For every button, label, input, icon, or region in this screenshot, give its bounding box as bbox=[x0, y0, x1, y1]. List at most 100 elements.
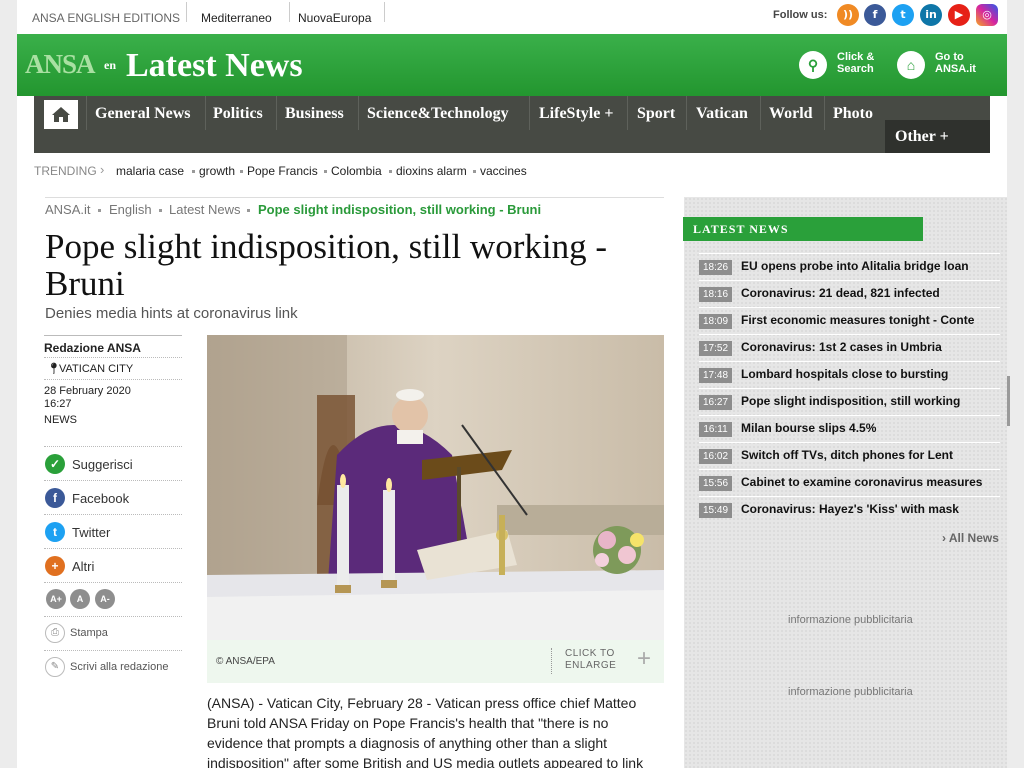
all-news-link[interactable]: › All News bbox=[942, 531, 999, 545]
trending-item[interactable]: malaria case bbox=[116, 164, 184, 178]
facebook-share-button[interactable]: Facebook bbox=[72, 491, 129, 506]
news-title[interactable]: Milan bourse slips 4.5% bbox=[741, 421, 876, 435]
font-increase-button[interactable]: A+ bbox=[46, 589, 66, 609]
facebook-icon[interactable]: f bbox=[45, 488, 65, 508]
breadcrumb-item[interactable]: Latest News bbox=[169, 202, 241, 217]
trending-item[interactable]: vaccines bbox=[480, 164, 527, 178]
trending-item[interactable]: Colombia bbox=[331, 164, 382, 178]
news-list-item[interactable]: 17:52 Coronavirus: 1st 2 cases in Umbria bbox=[699, 334, 1000, 361]
font-decrease-button[interactable]: A- bbox=[95, 589, 115, 609]
goto-ansa-button[interactable]: Go to ANSA.it bbox=[935, 51, 976, 75]
search-button-label-1: Click & bbox=[837, 51, 875, 63]
news-title[interactable]: Pope slight indisposition, still working bbox=[741, 394, 960, 408]
font-reset-button[interactable]: A bbox=[70, 589, 90, 609]
linkedin-icon[interactable]: in bbox=[920, 4, 942, 26]
news-title[interactable]: First economic measures tonight - Conte bbox=[741, 313, 974, 327]
news-list-item[interactable]: 18:09 First economic measures tonight - … bbox=[699, 307, 1000, 334]
divider bbox=[384, 2, 385, 22]
breadcrumb-item[interactable]: ANSA.it bbox=[45, 202, 91, 217]
nav-item-sport[interactable]: Sport bbox=[637, 105, 675, 123]
facebook-icon[interactable]: f bbox=[864, 4, 886, 26]
plus-icon[interactable]: + bbox=[45, 556, 65, 576]
news-title[interactable]: Coronavirus: 21 dead, 821 infected bbox=[741, 286, 940, 300]
goto-label-2: ANSA.it bbox=[935, 63, 976, 75]
divider bbox=[44, 514, 182, 515]
twitter-share-button[interactable]: Twitter bbox=[72, 525, 110, 540]
divider bbox=[824, 96, 825, 130]
photo-caption-bar[interactable]: © ANSA/EPA CLICK TO ENLARGE + bbox=[207, 640, 664, 683]
nav-item-world[interactable]: World bbox=[769, 105, 813, 123]
news-time: 17:52 bbox=[699, 341, 732, 356]
instagram-icon[interactable]: ◎ bbox=[976, 4, 998, 26]
divider bbox=[44, 480, 182, 481]
news-time: 15:56 bbox=[699, 476, 732, 491]
article-location: VATICAN CITY bbox=[59, 363, 134, 375]
suggest-button[interactable]: Suggerisci bbox=[72, 457, 133, 472]
edition-link-nuovaeuropa[interactable]: NuovaEuropa bbox=[298, 11, 371, 25]
divider bbox=[358, 96, 359, 130]
nav-item-science-technology[interactable]: Science&Technology bbox=[367, 105, 509, 123]
enlarge-photo-button[interactable]: CLICK TO ENLARGE bbox=[565, 648, 616, 672]
twitter-icon[interactable]: t bbox=[892, 4, 914, 26]
trending-item[interactable]: dioxins alarm bbox=[396, 164, 467, 178]
nav-item-general-news[interactable]: General News bbox=[95, 105, 191, 123]
separator-dot bbox=[159, 209, 162, 212]
trending-item[interactable]: growth bbox=[199, 164, 235, 178]
news-title[interactable]: Cabinet to examine coronavirus measures bbox=[741, 475, 982, 489]
news-list-item[interactable]: 16:11 Milan bourse slips 4.5% bbox=[699, 415, 1000, 442]
home-icon[interactable]: ⌂ bbox=[897, 51, 925, 79]
article-time: 16:27 bbox=[44, 398, 72, 410]
news-title[interactable]: Switch off TVs, ditch phones for Lent bbox=[741, 448, 953, 462]
youtube-icon[interactable]: ▶ bbox=[948, 4, 970, 26]
article-photo[interactable] bbox=[207, 335, 664, 640]
separator-dot bbox=[473, 170, 476, 173]
section-title[interactable]: Latest News bbox=[126, 47, 303, 85]
enlarge-plus-icon[interactable]: + bbox=[637, 646, 651, 672]
nav-item-photo[interactable]: Photo bbox=[833, 105, 873, 123]
news-title[interactable]: Coronavirus: Hayez's 'Kiss' with mask bbox=[741, 502, 959, 516]
divider bbox=[44, 548, 182, 549]
pencil-icon[interactable]: ✎ bbox=[45, 657, 65, 677]
news-list-item[interactable]: 15:49 Coronavirus: Hayez's 'Kiss' with m… bbox=[699, 496, 1000, 523]
write-editors-button[interactable]: Scrivi alla redazione bbox=[70, 661, 168, 673]
search-icon[interactable]: ⚲ bbox=[799, 51, 827, 79]
logo-suffix: en bbox=[104, 58, 116, 72]
news-title[interactable]: Coronavirus: 1st 2 cases in Umbria bbox=[741, 340, 942, 354]
divider bbox=[627, 96, 628, 130]
news-list-item[interactable]: 18:26 EU opens probe into Alitalia bridg… bbox=[699, 253, 1000, 280]
article-category: NEWS bbox=[44, 414, 77, 426]
news-title[interactable]: Lombard hospitals close to bursting bbox=[741, 367, 948, 381]
trending-item[interactable]: Pope Francis bbox=[247, 164, 318, 178]
home-icon bbox=[52, 107, 70, 122]
news-title[interactable]: EU opens probe into Alitalia bridge loan bbox=[741, 259, 969, 273]
nav-item-lifestyle[interactable]: LifeStyle + bbox=[539, 105, 613, 123]
nav-item-business[interactable]: Business bbox=[285, 105, 344, 123]
more-share-button[interactable]: Altri bbox=[72, 559, 94, 574]
divider bbox=[44, 379, 182, 380]
suggest-icon[interactable]: ✓ bbox=[45, 454, 65, 474]
nav-item-vatican[interactable]: Vatican bbox=[696, 105, 748, 123]
print-icon[interactable]: ⎙ bbox=[45, 623, 65, 643]
news-time: 16:27 bbox=[699, 395, 732, 410]
breadcrumb-item[interactable]: English bbox=[109, 202, 152, 217]
news-list-item[interactable]: 16:02 Switch off TVs, ditch phones for L… bbox=[699, 442, 1000, 469]
twitter-icon[interactable]: t bbox=[45, 522, 65, 542]
edition-link-mediterraneo[interactable]: Mediterraneo bbox=[201, 11, 272, 25]
news-list-item[interactable]: 18:16 Coronavirus: 21 dead, 821 infected bbox=[699, 280, 1000, 307]
ansa-logo[interactable]: ANSA bbox=[25, 49, 96, 80]
news-list-item[interactable]: 16:27 Pope slight indisposition, still w… bbox=[699, 388, 1000, 415]
search-button[interactable]: Click & Search bbox=[837, 51, 874, 75]
ad-label: informazione pubblicitaria bbox=[788, 686, 913, 698]
print-button[interactable]: Stampa bbox=[70, 627, 108, 639]
rss-icon[interactable]: )) bbox=[837, 4, 859, 26]
article-body: (ANSA) - Vatican City, February 28 - Vat… bbox=[207, 695, 644, 768]
news-list-item[interactable]: 17:48 Lombard hospitals close to burstin… bbox=[699, 361, 1000, 388]
nav-home-button[interactable] bbox=[44, 100, 78, 129]
news-list-item[interactable]: 15:56 Cabinet to examine coronavirus mea… bbox=[699, 469, 1000, 496]
follow-us-label: Follow us: bbox=[773, 9, 828, 21]
nav-item-politics[interactable]: Politics bbox=[213, 105, 263, 123]
editions-label[interactable]: ANSA ENGLISH EDITIONS bbox=[32, 11, 180, 25]
news-time: 16:11 bbox=[699, 422, 732, 437]
nav-item-other[interactable]: Other + bbox=[885, 120, 990, 153]
news-time: 18:09 bbox=[699, 314, 732, 329]
